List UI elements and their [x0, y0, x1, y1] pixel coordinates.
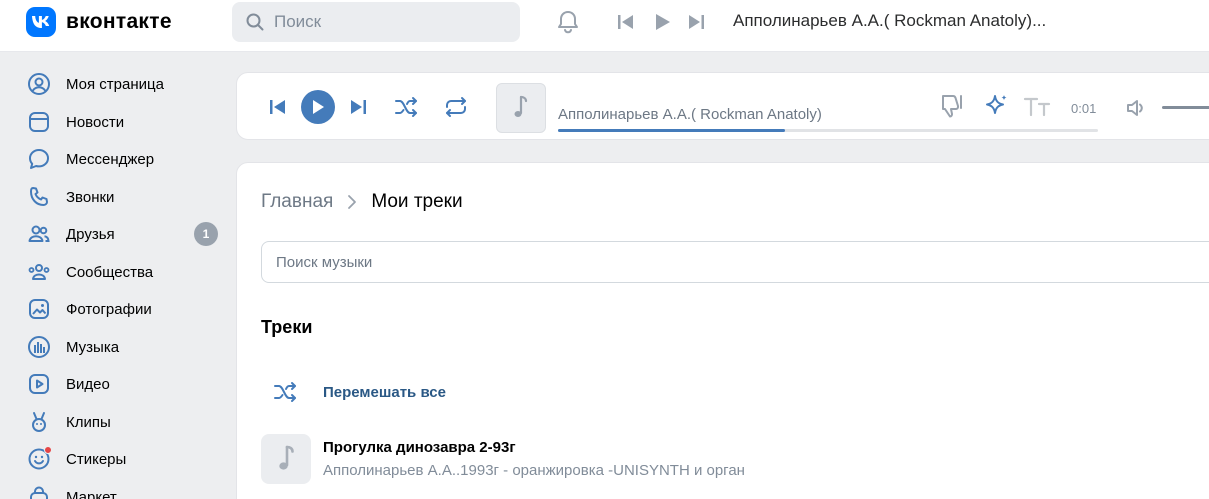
player-cover[interactable]	[496, 83, 546, 133]
my-tracks-panel: Главная Мои треки Треки Перемешать все П…	[236, 162, 1209, 499]
sidebar-item-label: Звонки	[66, 188, 115, 206]
communities-icon	[26, 259, 52, 285]
shuffle-all-label: Перемешать все	[323, 383, 446, 401]
photos-icon	[26, 296, 52, 322]
news-icon	[26, 109, 52, 135]
sidebar-item-friends[interactable]: Друзья 1	[26, 217, 226, 251]
music-search-field[interactable]	[261, 241, 1209, 283]
volume-slider[interactable]	[1162, 106, 1209, 109]
clips-icon	[26, 409, 52, 435]
play-icon	[313, 100, 324, 114]
messenger-icon	[26, 146, 52, 172]
music-note-icon	[279, 445, 294, 470]
logo-text: вконтакте	[66, 10, 172, 33]
sidebar-item-stickers[interactable]: Стикеры	[26, 442, 226, 476]
player-track-title[interactable]: Апполинарьев А.А.( Rockman Anatoly)	[558, 106, 822, 123]
track-info: Прогулка динозавра 2-93г Апполинарьев А.…	[323, 439, 745, 479]
sidebar-item-label: Сообщества	[66, 263, 154, 281]
repeat-icon[interactable]	[441, 93, 471, 121]
lyrics-text-icon[interactable]	[1022, 90, 1052, 122]
playback-progress-fill	[558, 129, 785, 132]
sidebar: Моя страница Новости Мессенджер Звонки Д…	[0, 52, 236, 499]
track-row[interactable]: Прогулка динозавра 2-93г Апполинарьев А.…	[261, 433, 1201, 485]
vk-logo-icon	[26, 7, 56, 37]
sidebar-item-label: Моя страница	[66, 75, 164, 93]
friends-icon	[26, 221, 52, 247]
top-next-icon[interactable]	[686, 12, 706, 32]
sidebar-item-label: Мессенджер	[66, 150, 155, 168]
sidebar-item-label: Фотографии	[66, 300, 152, 318]
sidebar-item-label: Новости	[66, 113, 125, 131]
search-input[interactable]	[274, 12, 494, 32]
new-stickers-dot	[44, 446, 52, 454]
page-title: Мои треки	[371, 191, 463, 212]
next-track-icon[interactable]	[348, 97, 368, 117]
shuffle-all-button[interactable]: Перемешать все	[261, 375, 446, 409]
sidebar-item-music[interactable]: Музыка	[26, 330, 226, 364]
shuffle-icon[interactable]	[392, 93, 422, 121]
search-icon	[246, 13, 264, 31]
sidebar-item-communities[interactable]: Сообщества	[26, 255, 226, 289]
sidebar-item-label: Маркет	[66, 488, 117, 499]
phone-icon	[26, 184, 52, 210]
music-icon	[26, 334, 52, 360]
music-note-icon	[514, 95, 528, 117]
sidebar-item-news[interactable]: Новости	[26, 105, 226, 139]
chevron-right-icon	[347, 194, 357, 210]
sidebar-item-messenger[interactable]: Мессенджер	[26, 142, 226, 176]
top-previous-icon[interactable]	[616, 12, 636, 32]
sidebar-item-market[interactable]: Маркет	[26, 480, 226, 499]
sidebar-item-calls[interactable]: Звонки	[26, 180, 226, 214]
previous-track-icon[interactable]	[268, 97, 288, 117]
stickers-icon	[26, 446, 52, 472]
sidebar-item-label: Клипы	[66, 413, 111, 431]
sidebar-item-my-page[interactable]: Моя страница	[26, 67, 226, 101]
sidebar-item-label: Музыка	[66, 338, 120, 356]
video-icon	[26, 371, 52, 397]
top-play-icon[interactable]	[652, 12, 672, 32]
sidebar-item-video[interactable]: Видео	[26, 367, 226, 401]
track-title[interactable]: Прогулка динозавра 2-93г	[323, 439, 745, 456]
sidebar-item-label: Видео	[66, 375, 110, 393]
dislike-icon[interactable]	[937, 90, 967, 122]
volume-icon[interactable]	[1125, 97, 1149, 119]
track-cover[interactable]	[261, 434, 311, 484]
vk-logo[interactable]: вконтакте	[26, 7, 172, 37]
playback-progress-bar[interactable]	[558, 129, 1098, 132]
playback-time: 0:01	[1071, 101, 1097, 116]
play-button[interactable]	[301, 90, 335, 124]
top-now-playing[interactable]: Апполинарьев А.А.( Rockman Anatoly)...	[733, 11, 1046, 31]
friends-count-badge: 1	[194, 222, 218, 246]
music-search-input[interactable]	[276, 253, 1176, 271]
breadcrumb-home-link[interactable]: Главная	[261, 191, 333, 213]
sidebar-item-label: Друзья	[66, 225, 115, 243]
notifications-bell-icon[interactable]	[554, 8, 582, 36]
tracks-section-title: Треки	[261, 317, 313, 337]
shuffle-all-icon	[261, 375, 311, 409]
global-search[interactable]	[232, 2, 520, 42]
audio-player: Апполинарьев А.А.( Rockman Anatoly) 0:01	[236, 72, 1209, 140]
sidebar-item-label: Стикеры	[66, 450, 127, 468]
market-icon	[26, 484, 52, 499]
top-bar: вконтакте Апполинарьев А.А.( Rockman Ana…	[0, 0, 1209, 52]
sidebar-item-photos[interactable]: Фотографии	[26, 292, 226, 326]
profile-icon	[26, 71, 52, 97]
sidebar-item-clips[interactable]: Клипы	[26, 405, 226, 439]
breadcrumb: Главная Мои треки	[261, 191, 463, 213]
track-artist[interactable]: Апполинарьев А.А..1993г - оранжировка -U…	[323, 462, 745, 479]
sparkle-icon[interactable]	[982, 90, 1012, 122]
